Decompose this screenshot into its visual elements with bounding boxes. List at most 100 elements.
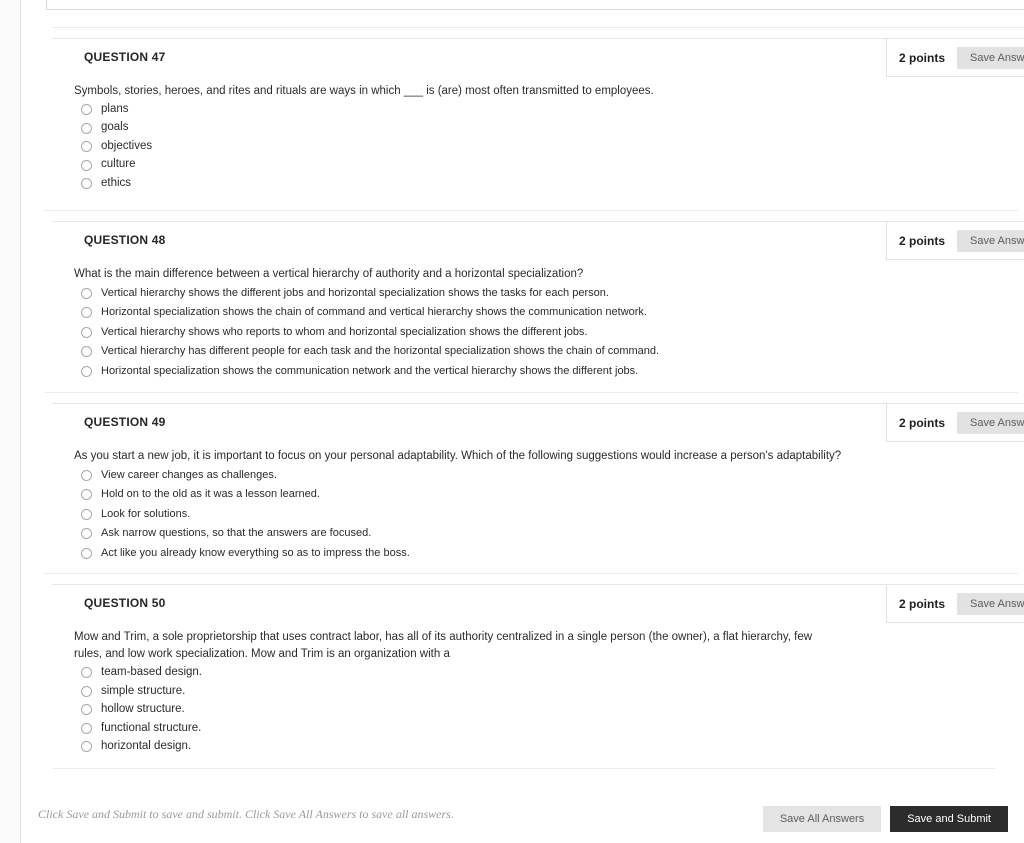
question-body-48: What is the main difference between a ve… [52,260,1024,381]
radio-icon[interactable] [81,722,92,734]
question-header-47: QUESTION 47 2 points Save Answer [52,39,1024,77]
answer-option[interactable]: plans [74,100,1024,119]
question-points-47: 2 points [899,50,946,65]
answer-label: plans [101,102,129,115]
radio-icon[interactable] [81,667,92,679]
answer-label: View career changes as challenges. [101,468,277,481]
section-divider [44,573,1018,574]
answer-option[interactable]: simple structure. [74,682,1024,701]
answer-list-47: plans goals objectives culture ethics [74,100,1024,193]
question-block-49: QUESTION 49 2 points Save Answer As you … [52,403,1024,563]
answer-option[interactable]: Vertical hierarchy shows the different j… [74,283,1024,303]
answer-label: culture [101,158,136,171]
answer-option[interactable]: Vertical hierarchy has different people … [74,342,1024,362]
answer-option[interactable]: hollow structure. [74,701,1024,720]
question-points-49: 2 points [899,415,946,430]
radio-icon[interactable] [81,685,92,697]
question-body-47: Symbols, stories, heroes, and rites and … [52,77,1024,193]
save-answer-button-49[interactable]: Save Answer [957,411,1024,434]
radio-icon[interactable] [81,489,92,500]
radio-icon[interactable] [81,122,92,134]
answer-label: Ask narrow questions, so that the answer… [101,527,372,539]
question-text-49: As you start a new job, it is important … [74,450,842,462]
save-answer-button-47[interactable]: Save Answer [957,46,1024,69]
test-footer: Click Save and Submit to save and submit… [0,790,1024,843]
radio-icon[interactable] [81,178,92,189]
footer-divider [52,768,996,769]
answer-option[interactable]: team-based design. [74,664,1024,683]
answer-option[interactable]: goals [74,119,1024,138]
answer-label: Horizontal specialization shows the chai… [101,306,647,318]
radio-icon[interactable] [81,326,92,338]
save-and-submit-button[interactable]: Save and Submit [890,806,1008,832]
page-left-gutter [0,0,21,843]
radio-icon[interactable] [81,741,92,753]
answer-option[interactable]: Vertical hierarchy shows who reports to … [74,322,1024,342]
radio-icon[interactable] [81,469,92,481]
radio-icon[interactable] [81,508,92,520]
answer-label: Horizontal specialization shows the comm… [101,364,639,377]
section-divider [44,392,1018,393]
footer-instructions: Click Save and Submit to save and submit… [38,807,454,821]
answer-label: Act like you already know everything so … [101,546,410,559]
answer-option[interactable]: Act like you already know everything so … [74,543,1024,563]
answer-label: horizontal design. [101,740,192,752]
save-answer-button-50[interactable]: Save Answer [957,592,1024,615]
question-label-47: QUESTION 47 [84,50,166,64]
answer-label: Vertical hierarchy has different people … [101,345,660,357]
radio-icon[interactable] [81,365,92,377]
answer-list-49: View career changes as challenges. Hold … [74,465,1024,563]
question-text-47: Symbols, stories, heroes, and rites and … [74,85,654,97]
answer-option[interactable]: Horizontal specialization shows the chai… [74,303,1024,323]
answer-option[interactable]: Horizontal specialization shows the comm… [74,361,1024,381]
answer-option[interactable]: ethics [74,174,1024,193]
question-body-50: Mow and Trim, a sole proprietorship that… [52,623,1024,756]
question-points-48: 2 points [899,233,946,248]
answer-label: goals [101,121,129,134]
answer-label: hollow structure. [101,703,185,715]
answer-label: ethics [101,176,132,189]
answer-label: objectives [101,139,153,152]
radio-icon[interactable] [81,704,92,716]
answer-label: functional structure. [101,721,202,734]
question-body-49: As you start a new job, it is important … [52,442,1024,563]
radio-icon[interactable] [81,307,92,318]
question-header-49: QUESTION 49 2 points Save Answer [52,404,1024,442]
radio-icon[interactable] [81,346,92,357]
answer-option[interactable]: objectives [74,137,1024,156]
answer-label: team-based design. [101,666,203,678]
question-header-50: QUESTION 50 2 points Save Answer [52,585,1024,623]
answer-option[interactable]: culture [74,156,1024,175]
radio-icon[interactable] [81,547,92,559]
question-label-48: QUESTION 48 [84,233,166,247]
question-points-box-47: 2 points Save Answer [886,39,1024,77]
answer-option[interactable]: Hold on to the old as it was a lesson le… [74,485,1024,505]
question-text-50: Mow and Trim, a sole proprietorship that… [74,631,813,661]
save-all-answers-button[interactable]: Save All Answers [762,806,882,832]
answer-label: Look for solutions. [101,507,191,520]
question-block-50: QUESTION 50 2 points Save Answer Mow and… [52,584,1024,756]
save-answer-button-48[interactable]: Save Answer [957,229,1024,252]
radio-icon[interactable] [81,528,92,539]
answer-option[interactable]: View career changes as challenges. [74,465,1024,485]
question-header-48: QUESTION 48 2 points Save Answer [52,222,1024,260]
answer-label: Vertical hierarchy shows who reports to … [101,325,588,338]
top-divider [52,27,1024,28]
radio-icon[interactable] [81,287,92,299]
radio-icon[interactable] [81,159,92,171]
question-text-48: What is the main difference between a ve… [74,268,584,280]
answer-option[interactable]: functional structure. [74,719,1024,738]
answer-option[interactable]: Ask narrow questions, so that the answer… [74,524,1024,544]
radio-icon[interactable] [81,141,92,152]
answer-label: Hold on to the old as it was a lesson le… [101,488,320,500]
radio-icon[interactable] [81,104,92,115]
question-label-49: QUESTION 49 [84,415,166,429]
question-points-box-49: 2 points Save Answer [886,404,1024,442]
test-content-area: QUESTION 47 2 points Save Answer Symbols… [22,0,1024,843]
answer-option[interactable]: Look for solutions. [74,504,1024,524]
section-divider [44,210,1018,211]
answer-label: Vertical hierarchy shows the different j… [101,286,609,299]
answer-list-48: Vertical hierarchy shows the different j… [74,283,1024,381]
question-block-47: QUESTION 47 2 points Save Answer Symbols… [52,38,1024,193]
answer-option[interactable]: horizontal design. [74,738,1024,757]
